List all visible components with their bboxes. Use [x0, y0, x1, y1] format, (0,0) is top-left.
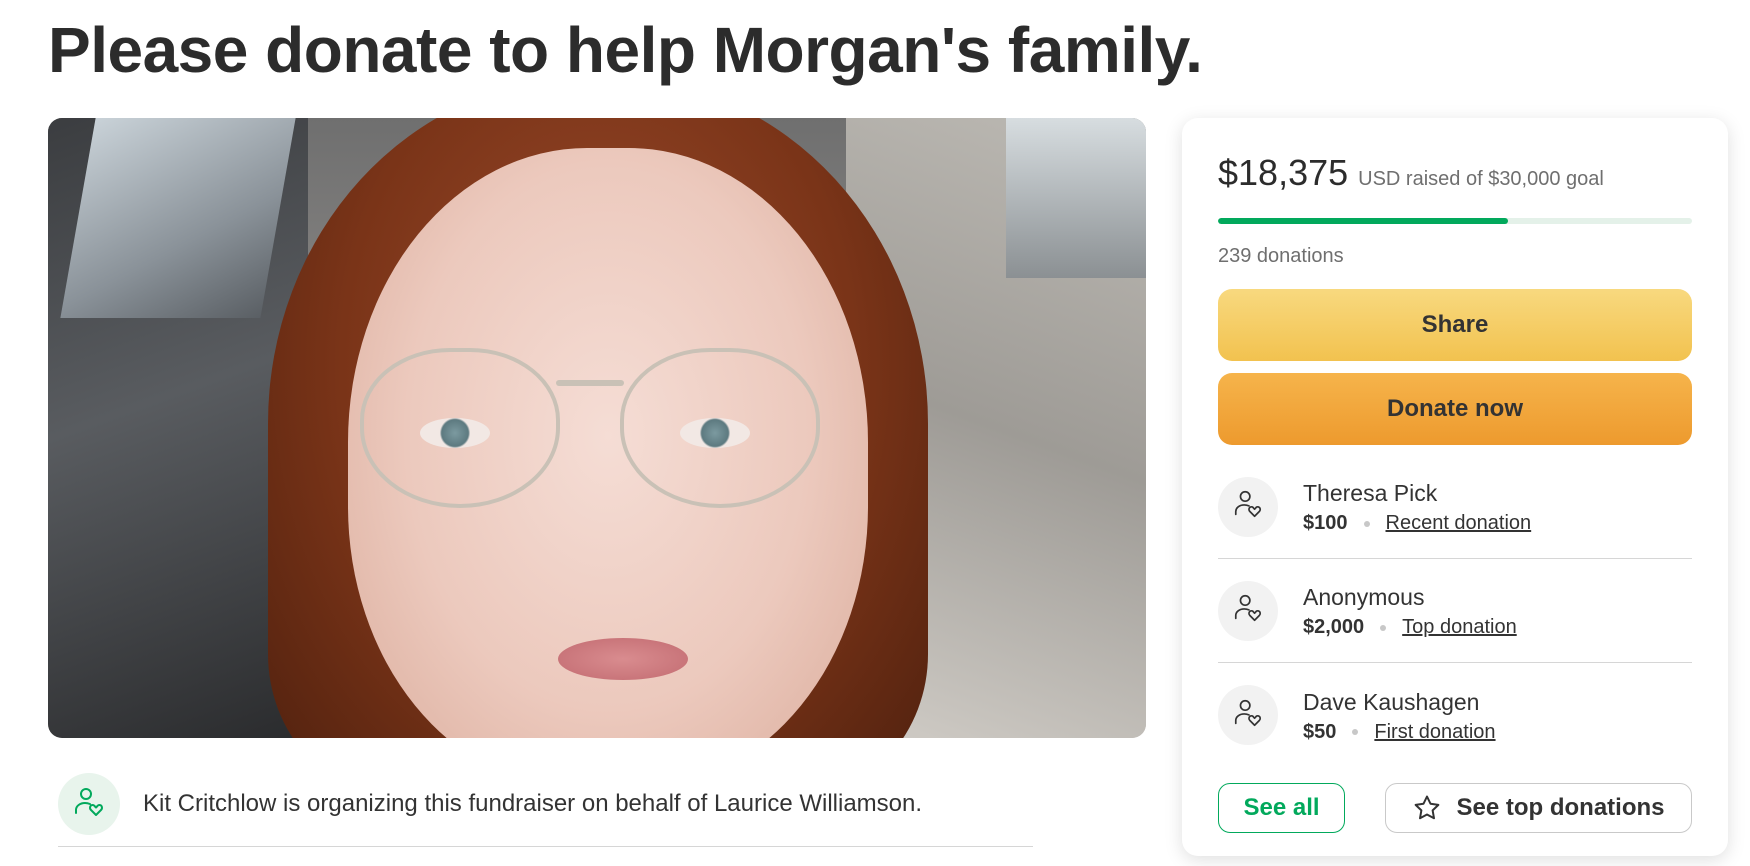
organizer-row: Kit Critchlow is organizing this fundrai…: [58, 762, 1033, 847]
photo-rear-window: [1006, 118, 1146, 278]
heart-hand-person-icon: [1232, 592, 1264, 629]
organizer-avatar: [58, 773, 120, 835]
donate-now-button[interactable]: Donate now: [1218, 373, 1692, 445]
organizer-text: Kit Critchlow is organizing this fundrai…: [143, 790, 923, 817]
photo-glasses-right: [620, 348, 820, 508]
raised-summary: $18,375 USD raised of $30,000 goal: [1218, 152, 1692, 194]
progress-bar-fill: [1218, 218, 1509, 224]
photo-glasses-left: [360, 348, 560, 508]
fundraiser-page: Please donate to help Morgan's family. K…: [0, 0, 1750, 866]
donor-amount: $2,000: [1303, 616, 1365, 638]
star-icon: [1412, 793, 1442, 823]
donor-name: Theresa Pick: [1303, 480, 1438, 506]
page-title: Please donate to help Morgan's family.: [48, 14, 1203, 86]
photo-lips: [558, 638, 688, 680]
separator-dot: [1380, 624, 1387, 631]
hero-photo[interactable]: [48, 118, 1146, 738]
donor-item: Anonymous $2,000 Top donation: [1218, 559, 1692, 663]
donor-item: Dave Kaushagen $50 First donation: [1218, 663, 1692, 767]
donor-list: Theresa Pick $100 Recent donation Anonym…: [1218, 455, 1692, 767]
see-all-button[interactable]: See all: [1218, 783, 1345, 833]
heart-hand-person-icon: [1232, 488, 1264, 525]
donor-item: Theresa Pick $100 Recent donation: [1218, 455, 1692, 559]
share-button[interactable]: Share: [1218, 289, 1692, 361]
donor-amount: $50: [1303, 720, 1337, 743]
raised-goal-label: USD raised of $30,000 goal: [1358, 168, 1604, 190]
photo-car-window: [60, 118, 296, 318]
donor-name: Dave Kaushagen: [1303, 688, 1480, 715]
donor-avatar: [1218, 580, 1278, 641]
separator-dot: [1363, 520, 1370, 527]
heart-hand-person-icon: [72, 785, 106, 824]
raised-amount: $18,375: [1218, 152, 1349, 193]
card-actions: See all See top donations: [1218, 783, 1692, 833]
see-top-donations-button[interactable]: See top donations: [1385, 783, 1692, 833]
separator-dot: [1352, 729, 1359, 735]
donor-amount: $100: [1303, 512, 1348, 534]
donor-avatar: [1218, 685, 1278, 745]
heart-hand-person-icon: [1232, 697, 1264, 734]
donor-avatar: [1218, 476, 1278, 537]
donor-tag-link[interactable]: Top donation: [1402, 616, 1517, 639]
photo-glasses-bridge: [556, 380, 624, 386]
progress-bar: [1218, 218, 1692, 224]
donor-tag-link[interactable]: First donation: [1374, 721, 1495, 744]
donation-card: $18,375 USD raised of $30,000 goal 239 d…: [1182, 118, 1728, 856]
see-top-donations-label: See top donations: [1456, 794, 1665, 821]
donor-tag-link[interactable]: Recent donation: [1386, 512, 1532, 535]
donation-count: 239 donations: [1218, 245, 1344, 267]
donor-name: Anonymous: [1303, 584, 1425, 610]
